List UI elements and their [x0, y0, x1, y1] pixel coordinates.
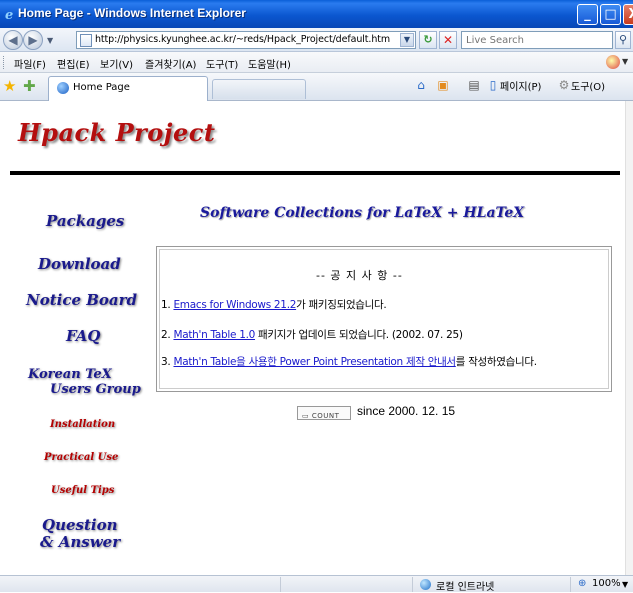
back-button[interactable]: ◀ — [3, 30, 23, 50]
nav-practical-use[interactable]: Practical Use — [44, 452, 118, 463]
close-icon: X — [624, 5, 633, 24]
site-logo: Hpack Project — [18, 118, 216, 147]
page-subtitle: Software Collections for LaTeX + HLaTeX — [200, 205, 525, 221]
header-divider — [10, 171, 620, 175]
menu-help[interactable]: 도움말(H) — [248, 56, 291, 71]
notice-text: 를 작성하였습니다. — [455, 356, 537, 368]
vertical-scrollbar[interactable] — [625, 101, 633, 575]
nav-download[interactable]: Download — [38, 255, 121, 273]
notice-title: -- 공 지 사 항 -- — [316, 269, 403, 282]
status-divider — [412, 577, 413, 592]
menu-favorites[interactable]: 즐겨찾기(A) — [145, 56, 196, 71]
page-content: Hpack Project Packages Download Notice B… — [0, 101, 625, 575]
page-menu-button[interactable]: 페이지(P) — [500, 78, 541, 93]
page-icon — [80, 34, 92, 47]
tab-label: Home Page — [73, 82, 130, 93]
search-button[interactable]: ⚲ — [615, 31, 631, 49]
tab-bar: ★ ✚ Home Page ⌂ ▣ ▤ ▯ 페이지(P) ⚙ 도구(O) — [0, 73, 633, 101]
status-bar: 로컬 인트라넷 ⊕ 100% ▼ — [0, 575, 633, 593]
notice-item: 2. Math'n Table 1.0 패키지가 업데이트 되었습니다. (20… — [161, 327, 463, 342]
address-field[interactable]: http://physics.kyunghee.ac.kr/~reds/Hpac… — [76, 31, 416, 49]
counter-box-icon: ▭ — [302, 412, 312, 420]
minimize-icon: _ — [584, 7, 591, 22]
page-menu-icon: ▯ — [489, 78, 497, 92]
print-icon[interactable]: ▤ — [467, 78, 481, 92]
address-toolbar: ◀ ▶ ▼ http://physics.kyunghee.ac.kr/~red… — [0, 28, 633, 52]
notice-number: 3. — [161, 356, 171, 368]
refresh-button[interactable]: ↻ — [419, 31, 437, 49]
chevron-down-icon[interactable]: ▼ — [622, 580, 628, 589]
counter-since-text: since 2000. 12. 15 — [357, 404, 456, 418]
address-dropdown-button[interactable]: ▼ — [400, 33, 414, 47]
favorites-star-icon[interactable]: ★ — [3, 78, 16, 94]
add-favorites-icon[interactable]: ✚ — [23, 78, 36, 94]
nav-notice-board[interactable]: Notice Board — [26, 291, 137, 309]
zoom-level[interactable]: 100% — [592, 578, 621, 589]
toolbar-grip — [3, 56, 5, 69]
back-arrow-icon: ◀ — [8, 33, 18, 47]
nav-users-group[interactable]: Users Group — [50, 382, 141, 397]
menu-view[interactable]: 보기(V) — [100, 56, 133, 71]
nav-packages[interactable]: Packages — [46, 212, 124, 230]
notice-inner: -- 공 지 사 항 -- 1. Emacs for Windows 21.2가… — [159, 249, 609, 389]
notice-item: 3. Math'n Table을 사용한 Power Point Present… — [161, 354, 537, 369]
zoom-icon: ⊕ — [578, 578, 587, 589]
chevron-down-icon[interactable]: ▼ — [622, 57, 628, 66]
gear-icon: ⚙ — [558, 78, 570, 92]
notice-text: 가 패키징되었습니다. — [296, 299, 387, 311]
recent-pages-dropdown-icon[interactable]: ▼ — [47, 36, 53, 45]
home-icon[interactable]: ⌂ — [414, 78, 428, 92]
toolbar-extension-icon[interactable] — [606, 55, 620, 69]
notice-number: 1. — [161, 299, 171, 311]
notice-link-emacs[interactable]: Emacs for Windows 21.2 — [173, 299, 296, 311]
close-button[interactable]: X — [623, 4, 633, 25]
window-title: Home Page - Windows Internet Explorer — [18, 6, 246, 20]
intranet-zone-icon — [420, 579, 431, 590]
forward-arrow-icon: ▶ — [28, 33, 38, 47]
title-bar: e Home Page - Windows Internet Explorer … — [0, 0, 633, 28]
status-divider — [280, 577, 281, 592]
nav-answer[interactable]: & Answer — [40, 533, 120, 551]
refresh-icon: ↻ — [423, 33, 433, 46]
nav-faq[interactable]: FAQ — [66, 327, 100, 345]
ie-page-icon — [57, 82, 69, 94]
status-divider — [570, 577, 571, 592]
notice-text: 패키지가 업데이트 되었습니다. (2002. 07. 25) — [255, 329, 463, 341]
svg-text:e: e — [5, 8, 13, 21]
maximize-button[interactable]: □ — [600, 4, 621, 25]
menu-bar: 파일(F) 편집(E) 보기(V) 즐겨찾기(A) 도구(T) 도움말(H) ▼ — [0, 52, 633, 73]
tab-home-page[interactable]: Home Page — [48, 76, 208, 101]
maximize-icon: □ — [604, 7, 617, 22]
visit-counter: ▭ COUNT — [297, 406, 351, 420]
search-field[interactable] — [461, 31, 613, 49]
chevron-down-icon: ▼ — [403, 35, 411, 44]
notice-link-ppt-guide[interactable]: Math'n Table을 사용한 Power Point Presentati… — [173, 356, 456, 368]
ie-logo-icon: e — [5, 8, 13, 21]
search-input[interactable] — [462, 32, 612, 48]
notice-link-mathntable[interactable]: Math'n Table 1.0 — [173, 329, 255, 341]
nav-question[interactable]: Question — [42, 516, 118, 534]
menu-edit[interactable]: 편집(E) — [57, 56, 90, 71]
security-zone[interactable]: 로컬 인트라넷 — [436, 578, 494, 593]
address-url[interactable]: http://physics.kyunghee.ac.kr/~reds/Hpac… — [95, 34, 390, 45]
nav-installation[interactable]: Installation — [50, 419, 115, 430]
stop-icon: ✕ — [442, 33, 454, 47]
counter-text: COUNT — [311, 412, 340, 420]
feeds-icon[interactable]: ▣ — [436, 78, 450, 92]
notice-number: 2. — [161, 329, 171, 341]
nav-useful-tips[interactable]: Useful Tips — [51, 485, 114, 496]
counter-label: ▭ COUNT — [302, 412, 340, 420]
new-tab-button[interactable] — [212, 79, 306, 99]
stop-button[interactable]: ✕ — [439, 31, 457, 49]
minimize-button[interactable]: _ — [577, 4, 598, 25]
forward-button[interactable]: ▶ — [23, 30, 43, 50]
tools-menu-button[interactable]: 도구(O) — [571, 78, 605, 93]
search-icon: ⚲ — [618, 33, 628, 46]
nav-korean-tex[interactable]: Korean TeX — [28, 367, 112, 382]
menu-file[interactable]: 파일(F) — [14, 56, 46, 71]
menu-tools[interactable]: 도구(T) — [206, 56, 238, 71]
notice-box: -- 공 지 사 항 -- 1. Emacs for Windows 21.2가… — [156, 246, 612, 392]
notice-item: 1. Emacs for Windows 21.2가 패키징되었습니다. — [161, 297, 387, 312]
